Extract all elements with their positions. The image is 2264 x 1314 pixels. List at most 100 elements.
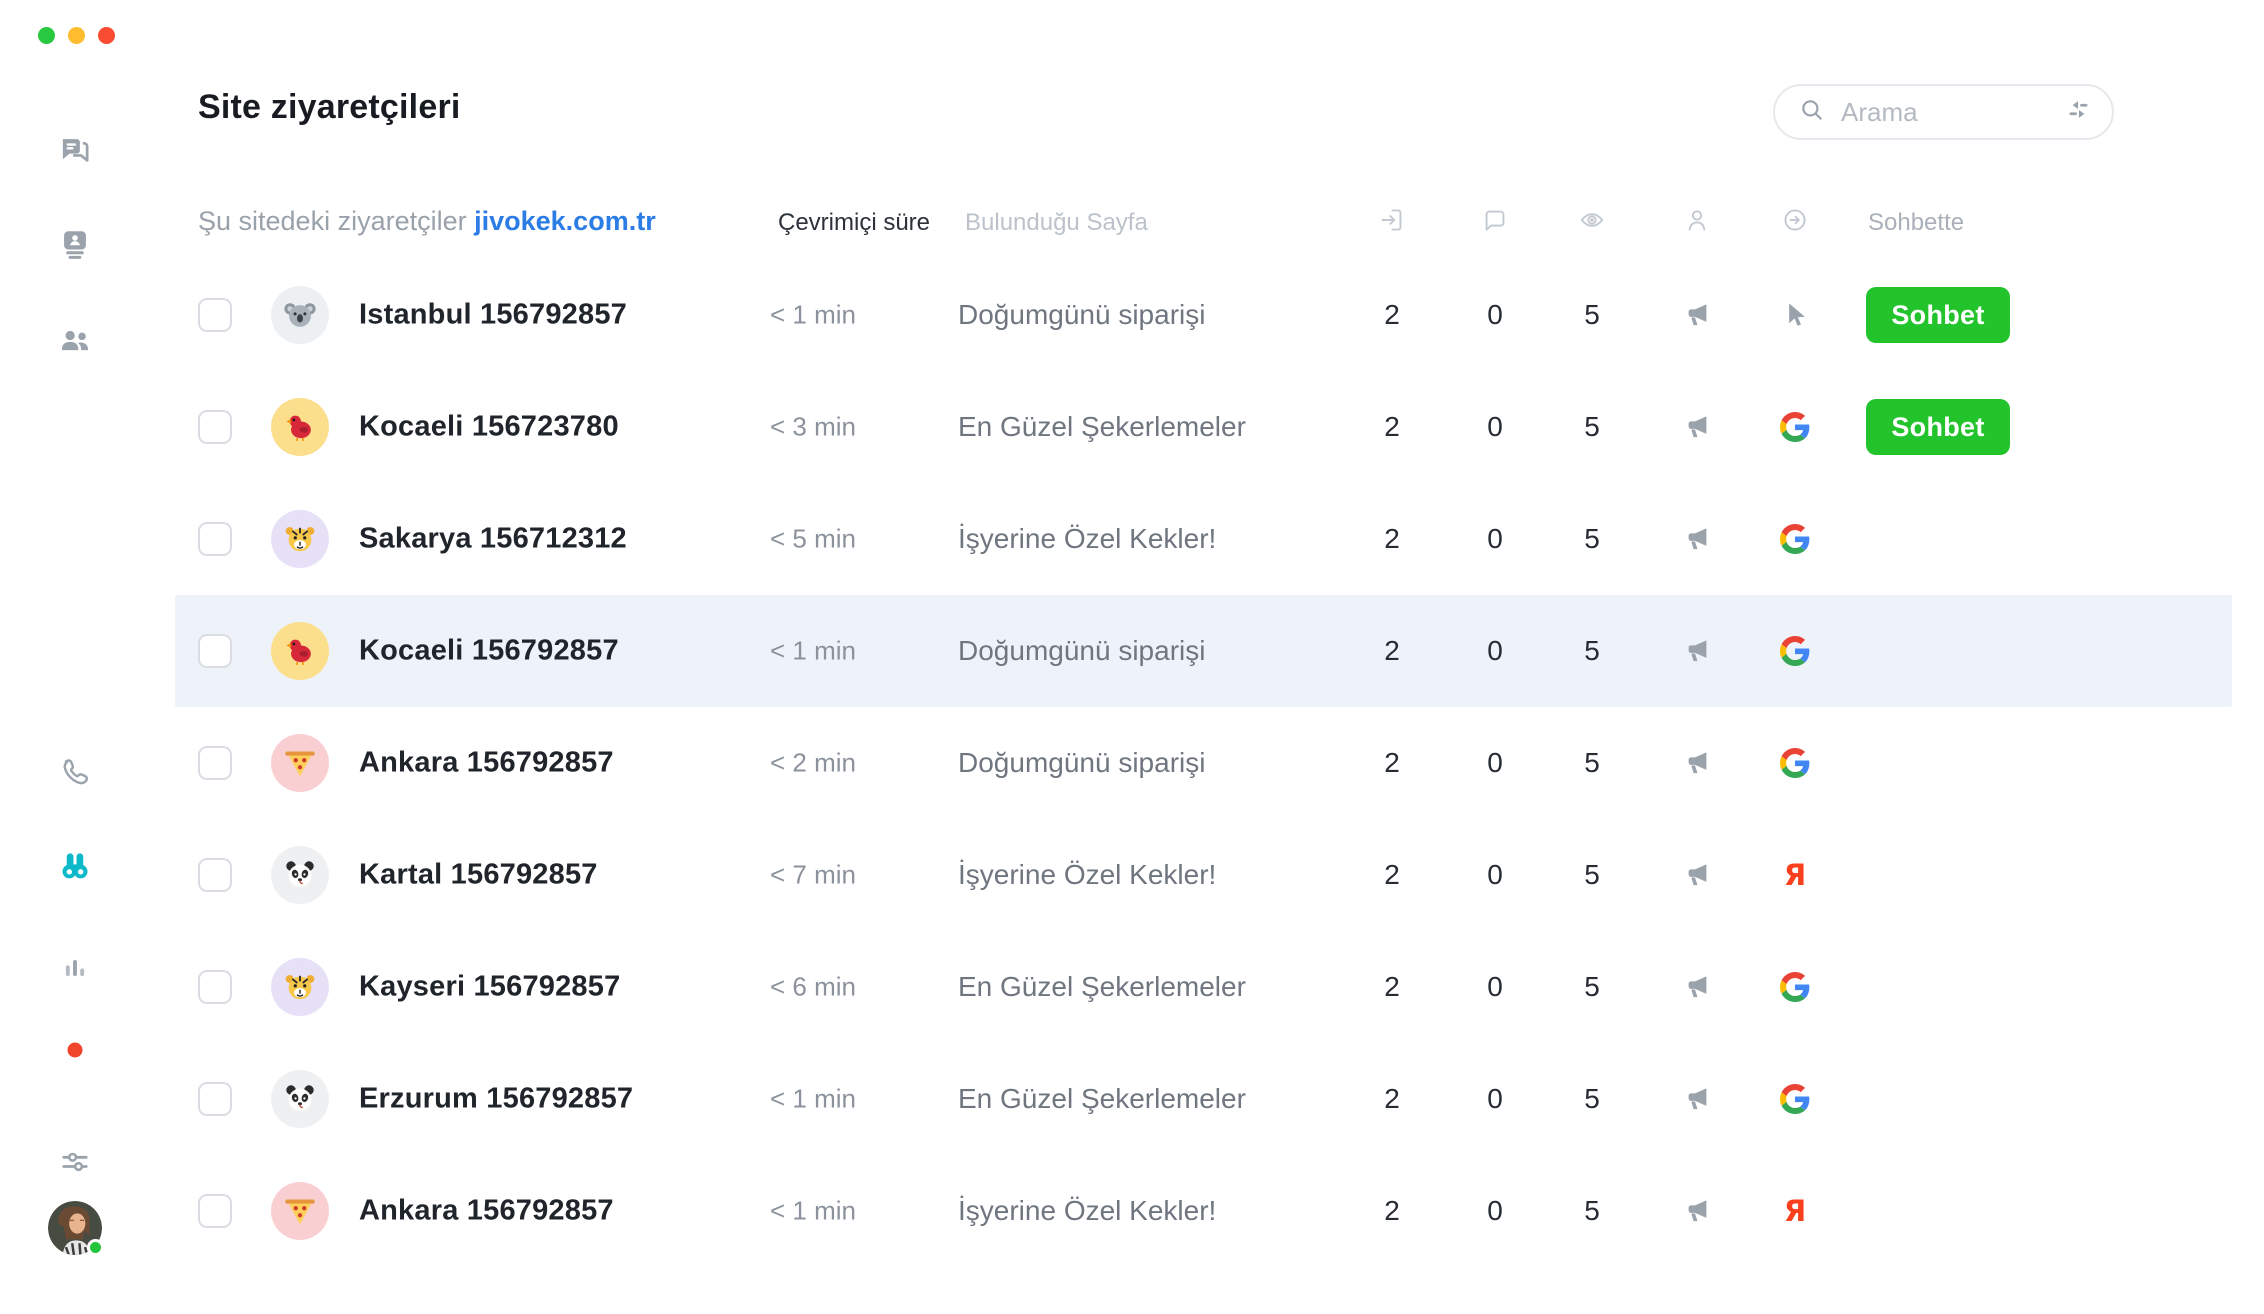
people-icon[interactable]	[58, 324, 92, 358]
row-checkbox[interactable]	[198, 522, 232, 556]
row-checkbox[interactable]	[198, 298, 232, 332]
login-icon	[1379, 207, 1406, 234]
megaphone-icon	[1682, 636, 1712, 666]
views-count: 5	[1584, 299, 1600, 330]
bird-avatar	[271, 398, 329, 456]
notification-dot[interactable]	[67, 1042, 83, 1058]
current-page-value: Doğumgünü siparişi	[958, 635, 1206, 666]
visitor-name: Kartal 156792857	[359, 858, 598, 891]
current-page-value: En Güzel Şekerlemeler	[958, 971, 1246, 1002]
search-input[interactable]	[1841, 96, 2065, 128]
subtitle-text: Şu sitedeki ziyaretçiler	[198, 206, 467, 236]
row-checkbox[interactable]	[198, 746, 232, 780]
visitor-icon	[1684, 207, 1711, 234]
table-row[interactable]: Kayseri 156792857 < 6 min En Güzel Şeker…	[175, 931, 2232, 1043]
visitor-rows: Istanbul 156792857 < 1 min Doğumgünü sip…	[175, 259, 2232, 1267]
visits-count: 2	[1384, 747, 1400, 778]
bar-chart-icon[interactable]	[60, 953, 90, 983]
views-count: 5	[1584, 635, 1600, 666]
online-time-value: < 1 min	[770, 299, 856, 330]
table-row[interactable]: Sakarya 156712312 < 5 min İşyerine Özel …	[175, 483, 2232, 595]
chats-count: 0	[1487, 747, 1503, 778]
chats-count: 0	[1487, 1083, 1503, 1114]
visits-count: 2	[1384, 411, 1400, 442]
current-page-value: İşyerine Özel Kekler!	[958, 523, 1217, 554]
row-checkbox[interactable]	[198, 1194, 232, 1228]
search-box[interactable]	[1773, 84, 2114, 140]
table-row[interactable]: Ankara 156792857 < 2 min Doğumgünü sipar…	[175, 707, 2232, 819]
google-source-icon	[1779, 635, 1811, 667]
views-count: 5	[1584, 1195, 1600, 1226]
table-row[interactable]: Kocaeli 156792857 < 1 min Doğumgünü sipa…	[175, 595, 2232, 707]
phone-icon[interactable]	[59, 756, 91, 788]
megaphone-icon	[1682, 860, 1712, 890]
current-page-value: Doğumgünü siparişi	[958, 747, 1206, 778]
chat-button[interactable]: Sohbet	[1866, 287, 2010, 343]
eye-icon	[1579, 207, 1606, 234]
chats-icon[interactable]	[58, 133, 92, 167]
table-row[interactable]: Istanbul 156792857 < 1 min Doğumgünü sip…	[175, 259, 2232, 371]
row-checkbox[interactable]	[198, 858, 232, 892]
online-time-value: < 1 min	[770, 1195, 856, 1226]
koala-avatar	[271, 286, 329, 344]
redirect-icon	[1782, 207, 1809, 234]
chat-button[interactable]: Sohbet	[1866, 399, 2010, 455]
tiger-avatar	[271, 510, 329, 568]
megaphone-icon	[1682, 524, 1712, 554]
visits-count: 2	[1384, 523, 1400, 554]
online-status-dot	[87, 1239, 104, 1256]
pizza-avatar	[271, 1182, 329, 1240]
chats-count: 0	[1487, 299, 1503, 330]
filter-icon[interactable]	[2065, 96, 2092, 128]
google-source-icon	[1779, 523, 1811, 555]
visitor-name: Erzurum 156792857	[359, 1082, 634, 1115]
visits-count: 2	[1384, 859, 1400, 890]
visits-count: 2	[1384, 971, 1400, 1002]
views-count: 5	[1584, 859, 1600, 890]
visits-count: 2	[1384, 299, 1400, 330]
binoculars-icon[interactable]	[57, 849, 93, 885]
sliders-icon[interactable]	[59, 1146, 92, 1179]
column-in-chat: Sohbette	[1868, 209, 1965, 236]
row-checkbox[interactable]	[198, 634, 232, 668]
bird-avatar	[271, 622, 329, 680]
panda-avatar	[271, 846, 329, 904]
chats-count: 0	[1487, 635, 1503, 666]
table-row[interactable]: Erzurum 156792857 < 1 min En Güzel Şeker…	[175, 1043, 2232, 1155]
column-online-time: Çevrimiçi süre	[778, 209, 931, 236]
row-checkbox[interactable]	[198, 1082, 232, 1116]
visits-count: 2	[1384, 1083, 1400, 1114]
user-avatar[interactable]	[48, 1201, 104, 1256]
current-page-value: En Güzel Şekerlemeler	[958, 1083, 1246, 1114]
megaphone-icon	[1682, 972, 1712, 1002]
current-page-value: İşyerine Özel Kekler!	[958, 1195, 1217, 1226]
chats-count: 0	[1487, 971, 1503, 1002]
pizza-avatar	[271, 734, 329, 792]
visitor-name: Kocaeli 156792857	[359, 634, 619, 667]
visits-count: 2	[1384, 635, 1400, 666]
views-count: 5	[1584, 971, 1600, 1002]
online-time-value: < 1 min	[770, 1083, 856, 1114]
online-time-value: < 6 min	[770, 971, 856, 1002]
visitor-name: Ankara 156792857	[359, 1194, 614, 1227]
tiger-avatar	[271, 958, 329, 1016]
megaphone-icon	[1682, 748, 1712, 778]
table-row[interactable]: Ankara 156792857 < 1 min İşyerine Özel K…	[175, 1155, 2232, 1267]
yandex-source-icon: Я	[1783, 1194, 1807, 1228]
site-link[interactable]: jivokek.com.tr	[474, 206, 656, 236]
views-count: 5	[1584, 411, 1600, 442]
megaphone-icon	[1682, 300, 1712, 330]
visits-count: 2	[1384, 1195, 1400, 1226]
online-time-value: < 2 min	[770, 747, 856, 778]
current-page-value: Doğumgünü siparişi	[958, 299, 1206, 330]
megaphone-icon	[1682, 1196, 1712, 1226]
column-current-page: Bulunduğu Sayfa	[965, 209, 1148, 236]
visitor-name: Kocaeli 156723780	[359, 410, 619, 443]
table-row[interactable]: Kartal 156792857 < 7 min İşyerine Özel K…	[175, 819, 2232, 931]
table-row[interactable]: Kocaeli 156723780 < 3 min En Güzel Şeker…	[175, 371, 2232, 483]
visitor-name: Istanbul 156792857	[359, 298, 627, 331]
row-checkbox[interactable]	[198, 970, 232, 1004]
row-checkbox[interactable]	[198, 410, 232, 444]
google-source-icon	[1779, 971, 1811, 1003]
cursor-source-icon	[1779, 299, 1811, 331]
